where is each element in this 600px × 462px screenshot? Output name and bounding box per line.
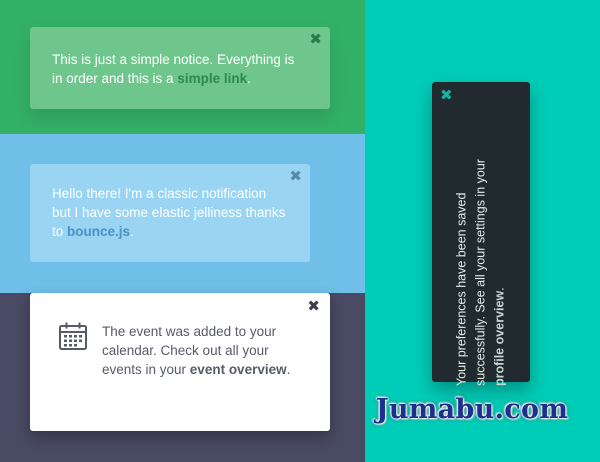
notice-message: The event was added to your calendar. Ch… [102, 322, 312, 379]
notice-text: This is just a simple notice. Everything… [52, 52, 295, 86]
notice-text-end: . [286, 362, 291, 377]
bounce-notice: ✖ Hello there! I'm a classic notificatio… [30, 164, 310, 262]
notice-message: Your preferences have been saved success… [453, 128, 510, 386]
watermark-logo: Jumabu.com [375, 394, 569, 425]
close-icon[interactable]: ✖ [289, 169, 302, 184]
close-icon[interactable]: ✖ [440, 88, 453, 103]
simple-notice: ✖ This is just a simple notice. Everythi… [30, 27, 330, 109]
calendar-notice: ✖ The event was added to your calendar. … [30, 293, 330, 431]
notice-text-end: . [247, 71, 251, 86]
preferences-notice: ✖ Your preferences have been saved succe… [432, 82, 530, 386]
close-icon[interactable]: ✖ [309, 32, 322, 47]
notice-text-end: . [492, 287, 507, 291]
event-overview-link[interactable]: event overview [190, 362, 287, 377]
close-icon[interactable]: ✖ [307, 299, 320, 314]
calendar-icon [58, 321, 88, 356]
notice-text: Your preferences have been saved success… [454, 159, 488, 386]
simple-link[interactable]: simple link [177, 71, 247, 86]
profile-overview-link[interactable]: profile overview [493, 291, 507, 386]
notice-text-end: . [130, 224, 134, 239]
bounce-js-link[interactable]: bounce.js [67, 224, 130, 239]
